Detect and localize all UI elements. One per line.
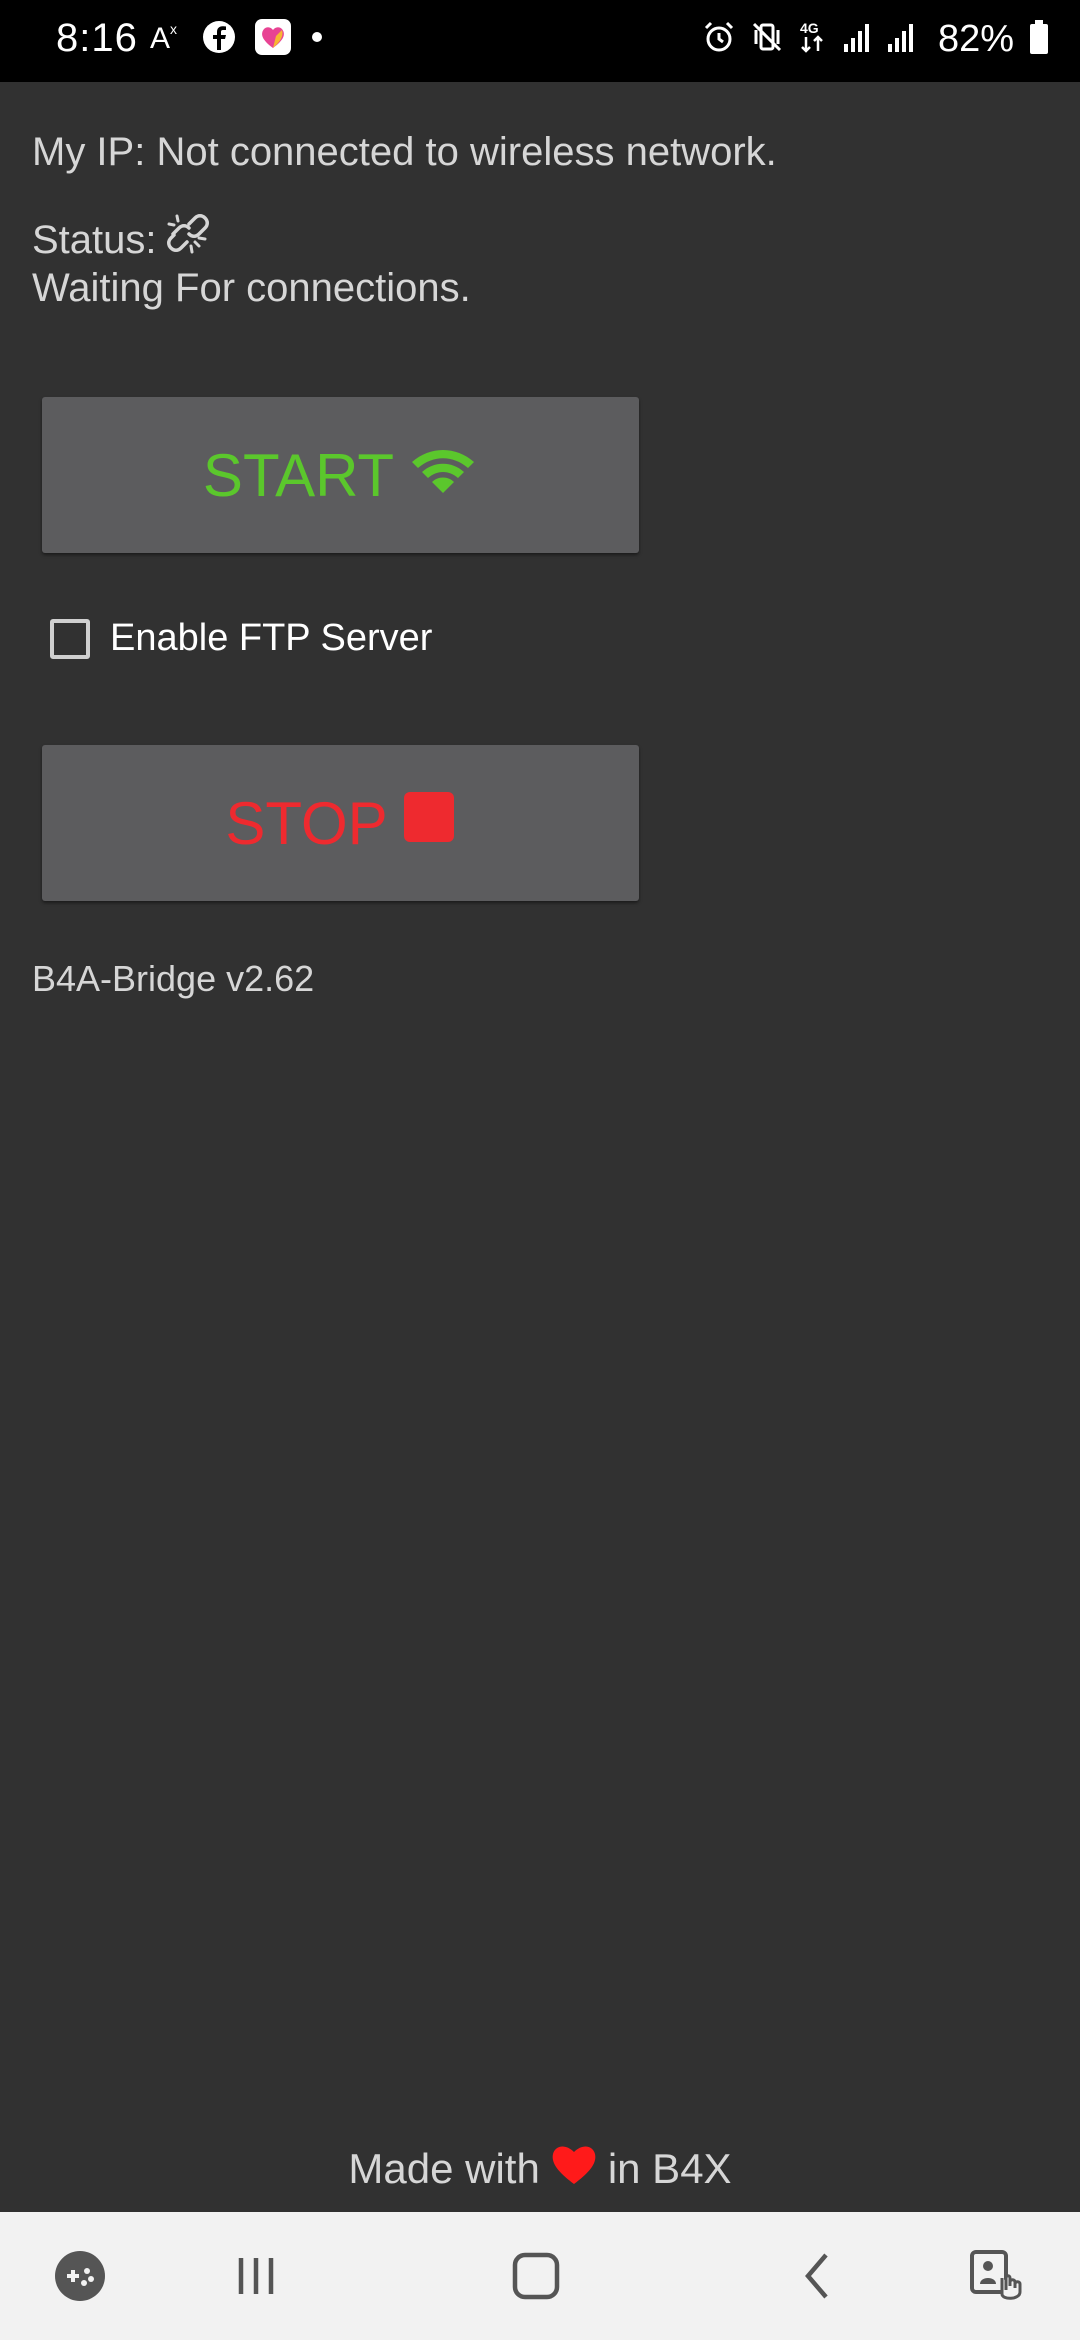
accessibility-icon[interactable] (966, 2248, 1026, 2304)
broken-link-icon (165, 212, 211, 268)
status-bar: 8:16 A x 4G 82% (0, 0, 1080, 82)
stop-square-icon (402, 789, 456, 858)
start-button-label: START (202, 441, 395, 509)
my-ip-text: My IP: Not connected to wireless network… (32, 130, 777, 174)
navigation-bar (0, 2212, 1080, 2340)
status-time: 8:16 (56, 16, 138, 60)
signal-icon (886, 20, 916, 59)
app-screen: My IP: Not connected to wireless network… (0, 82, 1080, 2212)
footer-prefix: Made with (348, 2145, 540, 2192)
svg-text:4G: 4G (800, 20, 819, 36)
recents-icon[interactable] (226, 2248, 286, 2304)
signal-icon (842, 20, 872, 59)
ftp-checkbox-label[interactable]: Enable FTP Server (110, 617, 432, 660)
status-message: Waiting For connections. (32, 266, 471, 310)
translate-icon: A x (150, 20, 184, 59)
status-left-icons: A x (150, 18, 324, 61)
svg-text:A: A (150, 22, 170, 54)
battery-icon (1028, 19, 1050, 60)
version-text: B4A-Bridge v2.62 (32, 958, 315, 999)
ftp-checkbox-row[interactable]: Enable FTP Server (50, 617, 432, 660)
facebook-icon (202, 20, 236, 59)
footer: Made with in B4X (0, 2142, 1080, 2196)
dot-icon (310, 30, 324, 49)
home-icon[interactable] (506, 2248, 566, 2304)
status-right-icons: 4G 82% (702, 18, 1080, 61)
back-icon[interactable] (788, 2248, 848, 2304)
4g-data-icon: 4G (798, 19, 828, 60)
stop-button[interactable]: STOP (42, 745, 639, 901)
status-row: Status: (32, 212, 211, 268)
alarm-icon (702, 20, 736, 59)
game-launcher-icon[interactable] (50, 2248, 110, 2304)
footer-suffix: in B4X (607, 2145, 732, 2192)
wifi-icon (408, 441, 478, 510)
vibrate-mute-icon (750, 20, 784, 59)
ftp-checkbox[interactable] (50, 618, 90, 659)
battery-percent: 82% (937, 18, 1014, 60)
start-button[interactable]: START (42, 397, 639, 553)
svg-text:x: x (170, 21, 177, 37)
status-label: Status: (32, 217, 157, 262)
health-app-icon (254, 18, 292, 61)
stop-button-label: STOP (225, 789, 388, 857)
heart-icon (550, 2142, 598, 2196)
